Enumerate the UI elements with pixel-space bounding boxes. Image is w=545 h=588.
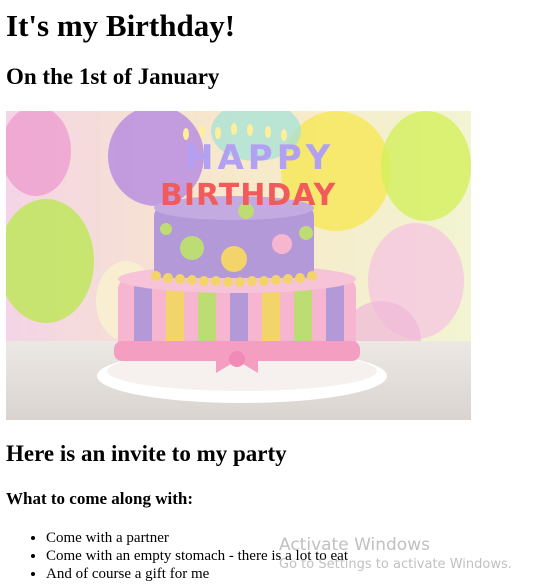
candle-text-happy: HAPPY: [185, 138, 334, 178]
invite-heading: Here is an invite to my party: [6, 441, 287, 466]
list-item: And of course a gift for me: [46, 565, 348, 583]
list-item: Come with an empty stomach - there is a …: [46, 547, 348, 565]
page-title: It's my Birthday!: [6, 8, 236, 43]
bring-heading: What to come along with:: [6, 489, 193, 508]
birthday-cake-image: HAPPY BIRTHDAY: [6, 111, 471, 420]
date-subtitle: On the 1st of January: [6, 64, 220, 89]
bring-list: Come with a partner Come with an empty s…: [6, 529, 348, 583]
list-item: Come with a partner: [46, 529, 348, 547]
candle-text-birthday: BIRTHDAY: [160, 178, 337, 213]
